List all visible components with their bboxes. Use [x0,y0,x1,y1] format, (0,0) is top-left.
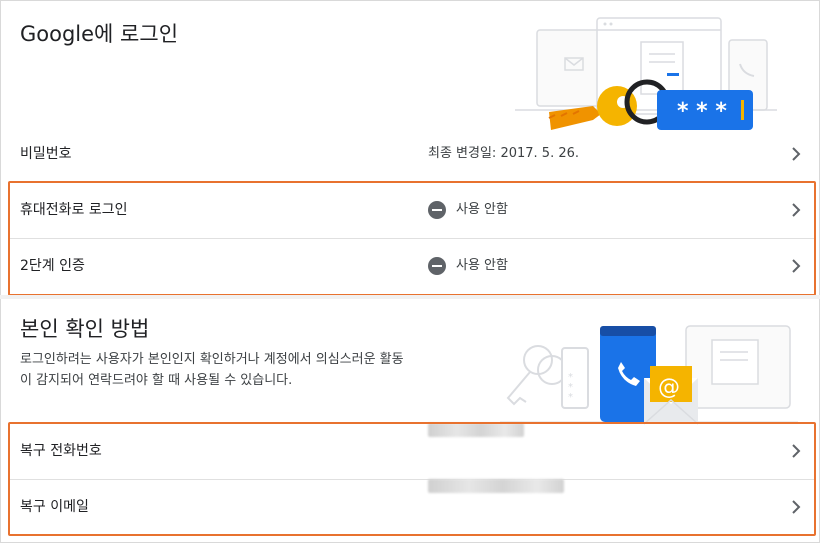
verify-description-line2: 이 감지되어 연락드려야 할 때 사용될 수 있습니다. [20,373,293,388]
highlight-box [8,181,816,296]
section-separator [0,295,820,299]
svg-text:@: @ [658,375,680,400]
verify-description: 로그인하려는 사용자가 본인인지 확인하거나 계정에서 의심스러운 활동 이 감… [20,349,404,391]
password-row[interactable]: 비밀번호 최종 변경일: 2017. 5. 26. [8,126,814,182]
verify-illustration: * * * @ [500,325,798,425]
password-last-changed: 최종 변경일: 2017. 5. 26. [428,146,580,161]
highlight-box [8,422,816,536]
svg-text:*: * [568,392,573,403]
signin-illustration: * * * [515,17,777,130]
verify-section-title: 본인 확인 방법 [20,317,150,341]
chevron-right-icon [792,147,801,161]
verify-description-line1: 로그인하려는 사용자가 본인인지 확인하거나 계정에서 의심스러운 활동 [20,352,404,367]
signin-section-title: Google에 로그인 [20,22,179,46]
svg-text:* * *: * * * [677,99,727,124]
password-label: 비밀번호 [20,146,72,162]
